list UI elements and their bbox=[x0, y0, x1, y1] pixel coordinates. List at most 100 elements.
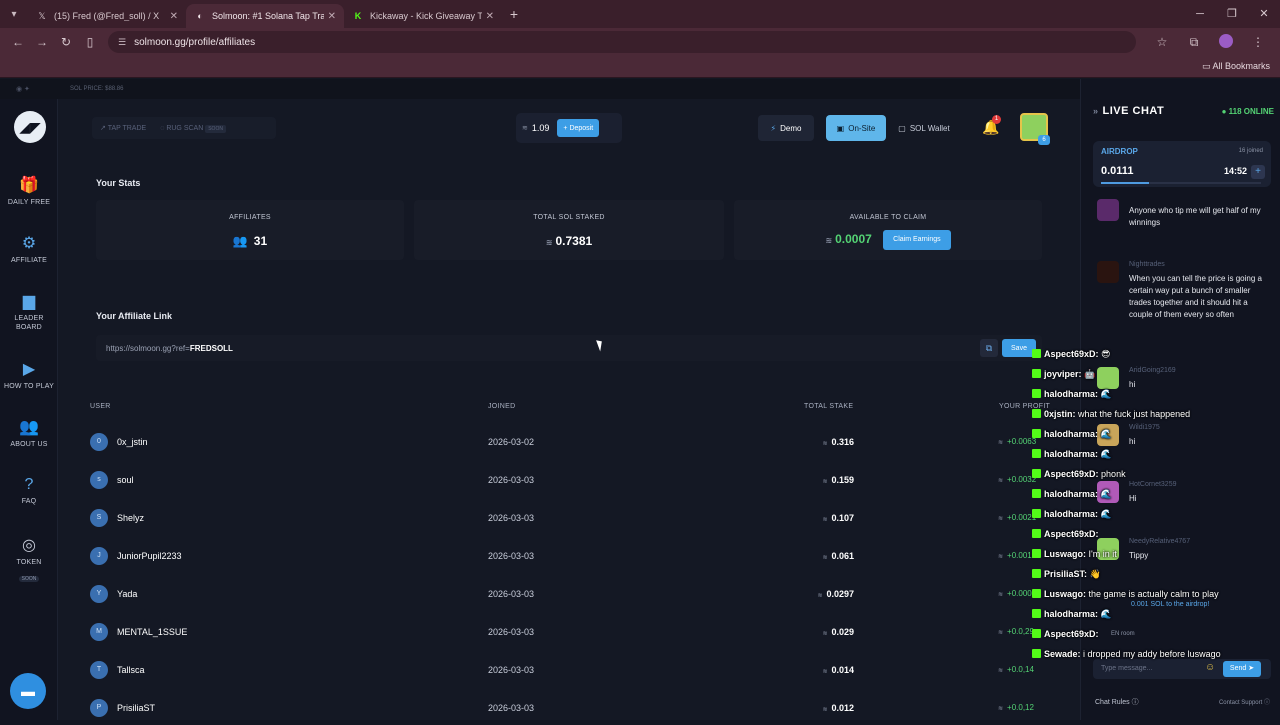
sol-icon: ≋ bbox=[822, 669, 828, 675]
table-row[interactable]: Y Yada 2026-03-03 ≋ 0.0297 ≋ +0.0006 bbox=[88, 577, 1080, 611]
table-header: USER JOINED TOTAL STAKE YOUR PROFIT bbox=[90, 403, 1080, 417]
bookmark-star-icon[interactable]: ☆ bbox=[1146, 35, 1178, 49]
url-input[interactable]: ☰ solmoon.gg/profile/affiliates bbox=[108, 31, 1136, 53]
chat-icon: ▬ bbox=[21, 683, 35, 699]
affiliate-link-field[interactable]: https://solmoon.gg?ref= FREDSOLL bbox=[96, 335, 1042, 361]
wallet-icon: ▣ bbox=[836, 123, 845, 133]
chat-message: AridGoing2169 hi bbox=[1093, 367, 1273, 391]
chat-rules-link[interactable]: Chat Rules ⓘ bbox=[1095, 697, 1139, 707]
side-panel-icon[interactable]: ▯ bbox=[78, 35, 102, 49]
tab-search-icon[interactable]: ▾ bbox=[0, 0, 28, 28]
sidebar-item-how-to-play[interactable]: ▶ HOW TO PLAY bbox=[0, 359, 58, 391]
table-row[interactable]: T Tallsca 2026-03-03 ≋ 0.014 ≋ +0.0,14 bbox=[88, 653, 1080, 687]
chat-text: hi bbox=[1129, 437, 1136, 446]
table-row[interactable]: S Shelyz 2026-03-03 ≋ 0.107 ≋ +0.0021 bbox=[88, 501, 1080, 535]
sidebar-item-token[interactable]: ◎ TOKEN SOON bbox=[0, 535, 58, 585]
contact-support-link[interactable]: Contact Support ⓘ bbox=[1219, 697, 1270, 706]
overlay-user: PrisiliaST: bbox=[1044, 569, 1088, 579]
overlay-text: what the fuck just happened bbox=[1078, 409, 1191, 419]
claim-earnings-button[interactable]: Claim Earnings bbox=[883, 230, 951, 250]
sidebar-item-leaderboard[interactable]: ▆ LEADER BOARD bbox=[0, 291, 58, 332]
joined-date: 2026-03-03 bbox=[488, 703, 535, 713]
users-icon: 👥 bbox=[19, 419, 39, 436]
tab-label: Solmoon: #1 Solana Tap Trading bbox=[212, 11, 324, 21]
site-info-icon[interactable]: ☰ bbox=[118, 37, 126, 48]
table-row[interactable]: s soul 2026-03-03 ≋ 0.159 ≋ +0.0032 bbox=[88, 463, 1080, 497]
tab-label: (15) Fred (@Fred_soll) / X bbox=[54, 11, 160, 21]
chat-user: Wildi1975 bbox=[1129, 424, 1160, 431]
overlay-user: halodharma: bbox=[1044, 389, 1099, 399]
close-icon[interactable]: ✕ bbox=[170, 11, 178, 22]
balance-box: ≋ 1.09 + Deposit bbox=[516, 113, 622, 143]
chat-text: Hi bbox=[1129, 494, 1137, 503]
send-button[interactable]: Send ➤ bbox=[1223, 661, 1261, 677]
demo-button[interactable]: ⚡ Demo bbox=[758, 115, 814, 141]
overlay-line: halodharma: 🌊 bbox=[1032, 429, 1112, 443]
extensions-icon[interactable]: ⧉ bbox=[1178, 35, 1210, 50]
kick-icon bbox=[1032, 609, 1041, 618]
overlay-user: joyviper: bbox=[1044, 369, 1082, 379]
tap-trade-tab[interactable]: ↗ TAP TRADE bbox=[100, 124, 146, 132]
deposit-button[interactable]: + Deposit bbox=[557, 119, 600, 137]
airdrop-progress-fill bbox=[1101, 182, 1149, 184]
affiliates-value: 31 bbox=[253, 234, 268, 248]
social-icons[interactable]: ◉ ✦ bbox=[16, 85, 30, 93]
restore-icon[interactable]: ❐ bbox=[1216, 0, 1248, 28]
solmoon-icon: ◐ bbox=[197, 11, 203, 21]
table-row[interactable]: J JuniorPupil2233 2026-03-03 ≋ 0.061 ≋ +0.… bbox=[88, 539, 1080, 573]
emoji-icon[interactable]: ☺ bbox=[1205, 662, 1215, 673]
user-name: Yada bbox=[117, 589, 138, 599]
close-window-icon[interactable]: ✕ bbox=[1248, 0, 1280, 28]
main-content: Your Stats AFFILIATES 👥 31 TOTAL SOL STAK… bbox=[58, 157, 1080, 720]
profile-icon[interactable] bbox=[1210, 33, 1242, 51]
sol-wallet-button[interactable]: ▢ SOL Wallet bbox=[892, 115, 956, 141]
kick-icon bbox=[1032, 649, 1041, 658]
solmoon-logo[interactable]: ◢◤ bbox=[14, 111, 46, 143]
overlay-text: the game is actually calm to play bbox=[1088, 589, 1219, 599]
sol-icon: ≋ bbox=[998, 592, 1004, 598]
collapse-icon[interactable]: » bbox=[1093, 106, 1099, 116]
profit-value: +0.0,29 bbox=[1007, 627, 1034, 636]
overlay-user: Luswago: bbox=[1044, 589, 1086, 599]
copy-link-button[interactable]: ⧉ bbox=[980, 339, 998, 357]
menu-icon[interactable]: ⋮ bbox=[1242, 35, 1274, 49]
sidebar-item-about-us[interactable]: 👥 ABOUT US bbox=[0, 417, 58, 449]
minimize-icon[interactable]: ─ bbox=[1184, 0, 1216, 28]
overlay-user: halodharma: bbox=[1044, 429, 1099, 439]
sidebar-item-daily-free[interactable]: 🎁 DAILY FREE bbox=[0, 175, 58, 207]
help-icon: ⓘ bbox=[1263, 700, 1270, 706]
user-avatar: s bbox=[90, 471, 108, 489]
window-controls: ─ ❐ ✕ bbox=[1184, 0, 1280, 28]
sidebar-item-faq[interactable]: ? FAQ bbox=[0, 476, 58, 506]
user-avatar: J bbox=[90, 547, 108, 565]
table-row[interactable]: 0 0x_jstin 2026-03-02 ≋ 0.316 ≋ +0.0063 bbox=[88, 425, 1080, 459]
close-icon[interactable]: ✕ bbox=[486, 11, 494, 22]
profit-cell: ≋ +0.0006 bbox=[998, 589, 1036, 598]
overlay-text: 🌊 bbox=[1100, 489, 1112, 499]
close-icon[interactable]: ✕ bbox=[328, 11, 336, 22]
sidebar-item-affiliate[interactable]: ⚙ AFFILIATE bbox=[0, 233, 58, 265]
url-text: solmoon.gg/profile/affiliates bbox=[134, 36, 256, 48]
stats-title: Your Stats bbox=[96, 178, 141, 188]
airdrop-add-button[interactable]: + bbox=[1251, 165, 1265, 179]
room-selector[interactable]: EN room bbox=[1111, 631, 1135, 637]
copy-icon: ⧉ bbox=[985, 342, 993, 353]
browser-tab-x[interactable]: 𝕏 (15) Fred (@Fred_soll) / X ✕ bbox=[28, 4, 186, 28]
kick-icon bbox=[1032, 529, 1041, 538]
tab-label: Kickaway - Kick Giveaway Tool bbox=[370, 11, 482, 21]
forward-icon[interactable]: → bbox=[30, 35, 54, 49]
sol-icon: ≋ bbox=[998, 478, 1004, 484]
onsite-button[interactable]: ▣ On-Site bbox=[826, 115, 886, 141]
rug-scan-tab[interactable]: ◌ RUG SCAN SOON bbox=[160, 124, 226, 133]
room-label: EN room bbox=[1111, 631, 1135, 637]
table-row[interactable]: M MENTAL_1SSUE 2026-03-03 ≋ 0.029 ≋ +0.0,2… bbox=[88, 615, 1080, 649]
all-bookmarks-button[interactable]: ▭ All Bookmarks bbox=[1202, 61, 1270, 72]
browser-tab-solmoon[interactable]: ◐ Solmoon: #1 Solana Tap Trading ✕ bbox=[186, 4, 344, 28]
new-tab-button[interactable]: + bbox=[502, 6, 526, 22]
reload-icon[interactable]: ↻ bbox=[54, 35, 78, 49]
support-chat-button[interactable]: ▬ bbox=[10, 673, 46, 709]
save-button[interactable]: Save bbox=[1002, 339, 1036, 357]
back-icon[interactable]: ← bbox=[6, 35, 30, 49]
browser-tab-kickaway[interactable]: K Kickaway - Kick Giveaway Tool ✕ bbox=[344, 4, 502, 28]
soon-badge: SOON bbox=[205, 124, 226, 133]
